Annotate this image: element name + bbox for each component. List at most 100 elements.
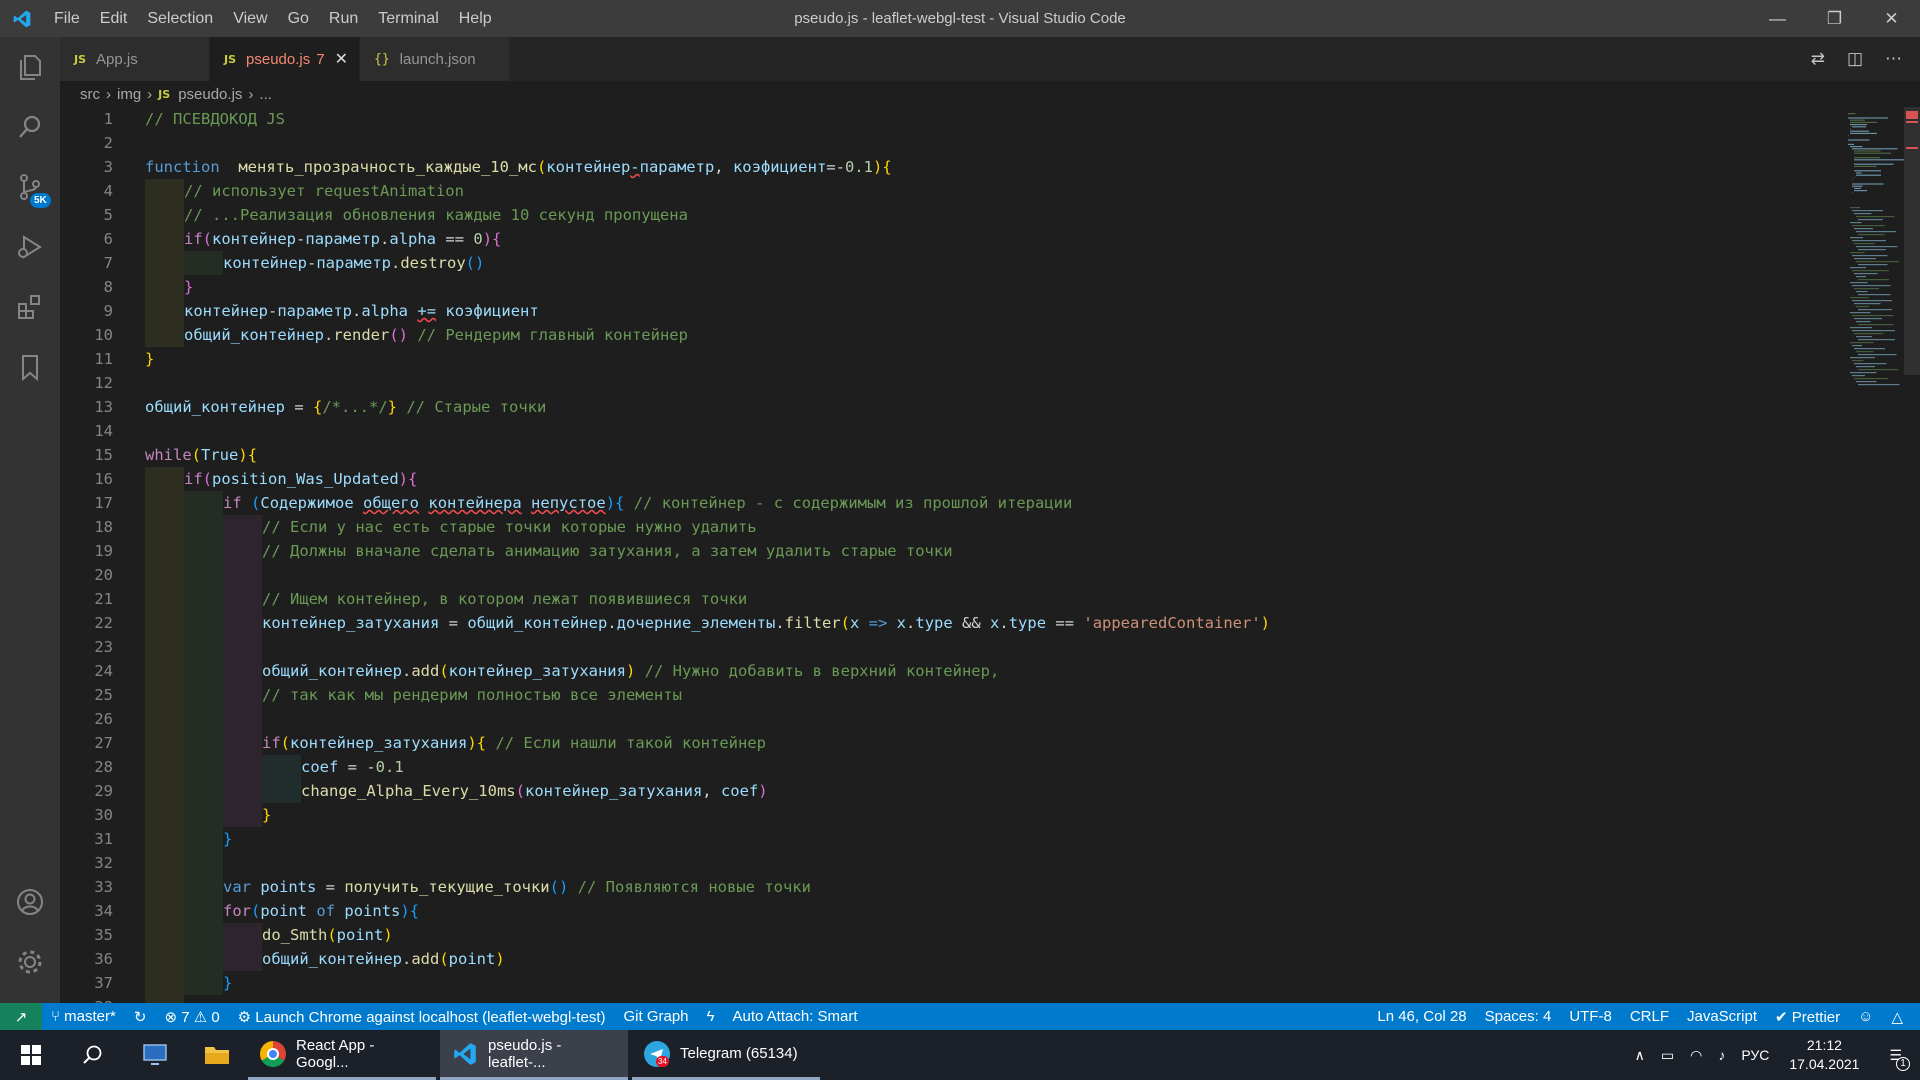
menu-item-view[interactable]: View [223, 0, 277, 37]
code-line[interactable]: 36 общий_контейнер.add(point) [60, 947, 1900, 971]
code-line[interactable]: 15 while(True){ [60, 443, 1900, 467]
problems-indicator[interactable]: ⊗ 7 ⚠ 0 [155, 1008, 228, 1026]
notifications-bell-icon[interactable]: △ [1882, 1008, 1912, 1026]
code-line[interactable]: 21 // Ищем контейнер, в котором лежат поя… [60, 587, 1900, 611]
code-line[interactable]: 12 [60, 371, 1900, 395]
menu-item-go[interactable]: Go [278, 0, 319, 37]
taskbar-search-icon[interactable] [62, 1030, 124, 1080]
code-line[interactable]: 27 if(контейнер_затухания){ // Если нашли… [60, 731, 1900, 755]
code-line[interactable]: 16 if(position_Was_Updated){ [60, 467, 1900, 491]
extensions-icon[interactable] [0, 277, 60, 337]
auto-attach-button[interactable]: Auto Attach: Smart [723, 1008, 866, 1025]
code-line[interactable]: 9 контейнер-параметр.alpha += коэфициент [60, 299, 1900, 323]
breadcrumb-item[interactable]: src [80, 86, 100, 103]
code-line[interactable]: 30} [60, 803, 1900, 827]
code-line[interactable]: 18 // Если у нас есть старые точки которы… [60, 515, 1900, 539]
code-line[interactable]: 13 общий_контейнер = {/*...*/} // Старые … [60, 395, 1900, 419]
volume-icon[interactable]: ♪ [1710, 1047, 1733, 1063]
code-line[interactable]: 31} [60, 827, 1900, 851]
breadcrumb-tail[interactable]: ... [259, 86, 272, 103]
cursor-position[interactable]: Ln 46, Col 28 [1368, 1008, 1475, 1025]
breadcrumb-item[interactable]: img [117, 86, 141, 103]
code-line[interactable]: 5 // ...Реализация обновления каждые 10 с… [60, 203, 1900, 227]
code-line[interactable]: 8} [60, 275, 1900, 299]
prettier-status[interactable]: ✔ Prettier [1766, 1008, 1849, 1026]
menu-item-help[interactable]: Help [449, 0, 502, 37]
code-line[interactable]: 3 function менять_прозрачность_каждые_10_… [60, 155, 1900, 179]
code-line[interactable]: 17 if (Содержимое общего контейнера непус… [60, 491, 1900, 515]
close-button[interactable]: ✕ [1863, 0, 1920, 37]
scrollbar-thumb[interactable] [1904, 107, 1920, 375]
language-mode[interactable]: JavaScript [1678, 1008, 1766, 1025]
explorer-icon[interactable] [0, 37, 60, 97]
restore-button[interactable]: ❐ [1806, 0, 1863, 37]
menu-item-run[interactable]: Run [319, 0, 368, 37]
accounts-icon[interactable] [0, 872, 60, 932]
input-language[interactable]: РУС [1733, 1047, 1777, 1063]
pc-icon[interactable] [124, 1030, 186, 1080]
launch-config[interactable]: ⚙ Launch Chrome against localhost (leafl… [229, 1008, 615, 1026]
battery-icon[interactable]: ▭ [1653, 1047, 1682, 1064]
indentation[interactable]: Spaces: 4 [1476, 1008, 1561, 1025]
show-hidden-icons-chevron-icon[interactable]: ∧ [1627, 1047, 1653, 1064]
code-line[interactable]: 22 контейнер_затухания = общий_контейнер.… [60, 611, 1900, 635]
taskbar-app-telegram[interactable]: 34 Telegram (65134) [632, 1030, 820, 1080]
code-line[interactable]: 2 [60, 131, 1900, 155]
code-line[interactable]: 6 if(контейнер-параметр.alpha == 0){ [60, 227, 1900, 251]
menu-item-file[interactable]: File [44, 0, 90, 37]
bookmarks-icon[interactable] [0, 337, 60, 397]
code-line[interactable]: 33 var points = получить_текущие_точки() … [60, 875, 1900, 899]
taskbar-app-chrome[interactable]: React App - Googl... [248, 1030, 436, 1080]
tab-pseudo-js[interactable]: JS pseudo.js 7 ✕ [210, 37, 360, 81]
code-editor[interactable]: 1// ПСЕВДОКОД JS 2 3 function менять_прозра… [60, 107, 1920, 1003]
source-control-icon[interactable]: 5K [0, 157, 60, 217]
windows-start-icon[interactable] [0, 1030, 62, 1080]
close-tab-icon[interactable]: ✕ [335, 49, 348, 69]
code-line[interactable]: 7 контейнер-параметр.destroy() [60, 251, 1900, 275]
code-line[interactable]: 35 do_Smth(point) [60, 923, 1900, 947]
vertical-scrollbar[interactable] [1904, 107, 1920, 1003]
sync-icon[interactable]: ↻ [125, 1008, 156, 1026]
settings-gear-icon[interactable] [0, 932, 60, 992]
code-line[interactable]: 25 // так как мы рендерим полностью все э… [60, 683, 1900, 707]
minimize-button[interactable]: — [1749, 0, 1806, 37]
remote-indicator[interactable]: ↗ [0, 1003, 42, 1030]
search-icon[interactable] [0, 97, 60, 157]
code-line[interactable]: 1 // ПСЕВДОКОД JS [60, 107, 1900, 131]
minimap[interactable] [1844, 107, 1904, 1003]
end-of-line[interactable]: CRLF [1621, 1008, 1678, 1025]
code-line[interactable]: 32 [60, 851, 1900, 875]
code-line[interactable]: 23 [60, 635, 1900, 659]
wifi-icon[interactable]: ◠ [1682, 1047, 1710, 1064]
tab-app-js[interactable]: JS App.js [60, 37, 210, 81]
git-graph-button[interactable]: Git Graph [614, 1008, 697, 1025]
code-line[interactable]: 10 общий_контейнер.render() // Рендерим г… [60, 323, 1900, 347]
action-center-icon[interactable]: ☰ 1 [1871, 1047, 1920, 1071]
split-editor-icon[interactable]: ◫ [1847, 49, 1863, 69]
code-line[interactable]: 11} [60, 347, 1900, 371]
code-line[interactable]: 14 [60, 419, 1900, 443]
encoding[interactable]: UTF-8 [1560, 1008, 1621, 1025]
tab-launch-json[interactable]: {} launch.json [360, 37, 510, 81]
code-line[interactable]: 24 общий_контейнер.add(контейнер_затухани… [60, 659, 1900, 683]
code-line[interactable]: 34 for(point of points){ [60, 899, 1900, 923]
clock[interactable]: 21:12 17.04.2021 [1777, 1036, 1871, 1074]
more-actions-icon[interactable]: ⋯ [1885, 49, 1902, 69]
git-branch[interactable]: ⑂ master* [42, 1008, 125, 1025]
code-line[interactable]: 37} [60, 971, 1900, 995]
breadcrumb-file[interactable]: pseudo.js [178, 86, 242, 103]
file-explorer-icon[interactable] [186, 1030, 248, 1080]
menu-item-terminal[interactable]: Terminal [368, 0, 448, 37]
code-line[interactable]: 38 [60, 995, 1900, 1003]
code-line[interactable]: 29 change_Alpha_Every_10ms(контейнер_зату… [60, 779, 1900, 803]
open-changes-icon[interactable]: ⇄ [1811, 49, 1825, 69]
code-line[interactable]: 28 coef = -0.1 [60, 755, 1900, 779]
menu-item-selection[interactable]: Selection [137, 0, 223, 37]
taskbar-app-vscode[interactable]: pseudo.js - leaflet-... [440, 1030, 628, 1080]
feedback-icon[interactable]: ☺ [1849, 1008, 1882, 1025]
run-debug-icon[interactable] [0, 217, 60, 277]
menu-item-edit[interactable]: Edit [90, 0, 138, 37]
code-line[interactable]: 19 // Должны вначале сделать анимацию зат… [60, 539, 1900, 563]
lightning-icon[interactable]: ϟ [698, 1008, 724, 1025]
code-line[interactable]: 20 [60, 563, 1900, 587]
